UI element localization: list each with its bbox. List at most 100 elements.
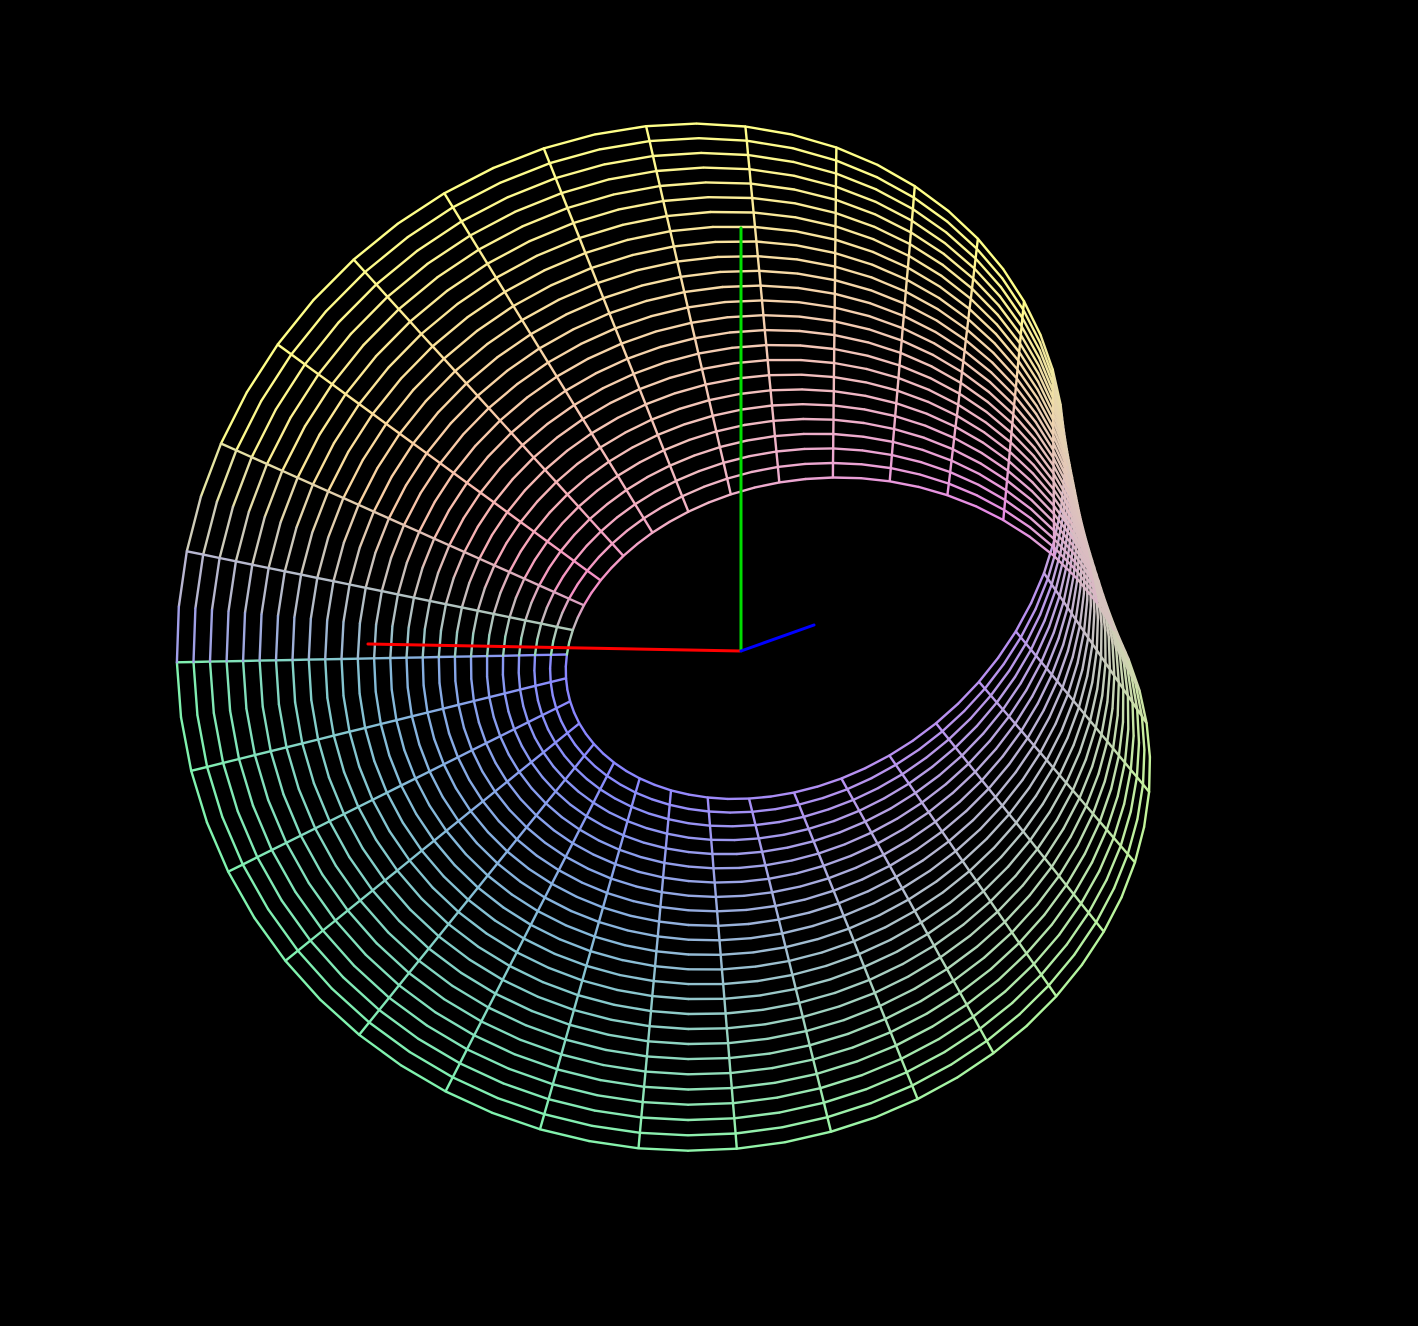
mesh-rung-segment xyxy=(758,269,762,287)
mesh-ring-segment xyxy=(687,894,718,899)
mesh-rung-segment xyxy=(719,953,724,971)
mesh-rung-segment xyxy=(713,881,718,899)
mesh-ring-segment xyxy=(687,879,716,884)
mesh-rung-segment xyxy=(950,448,955,462)
mesh-ring-segment xyxy=(831,476,863,480)
mesh-rung-segment xyxy=(728,1056,732,1075)
mesh-rung-segment xyxy=(908,231,913,246)
mesh-rung-segment xyxy=(759,284,764,302)
mesh-rung-segment xyxy=(1007,450,1011,463)
mesh-rung-segment xyxy=(725,1027,730,1045)
mesh-rung-segment xyxy=(1021,308,1025,320)
mesh-rung-segment xyxy=(655,935,659,953)
mesh-rung-segment xyxy=(959,370,964,385)
mesh-ring-segment xyxy=(716,255,759,259)
mesh-ring-segment xyxy=(405,656,409,689)
mesh-rung-segment xyxy=(746,153,751,171)
mesh-rung-segment xyxy=(957,392,961,406)
mesh-ring-segment xyxy=(1141,748,1146,786)
mesh-rung-segment xyxy=(911,196,915,211)
mesh-ring-segment xyxy=(704,181,752,185)
mesh-ring-segment xyxy=(708,824,734,828)
mesh-rung-segment xyxy=(1005,469,1010,482)
mesh-rung-segment xyxy=(749,182,754,200)
mesh-rung-segment xyxy=(953,425,957,440)
mesh-rung-segment xyxy=(762,314,766,332)
mesh-rung-segment xyxy=(964,328,969,342)
mesh-rung-segment xyxy=(641,1085,646,1104)
mesh-rung-segment xyxy=(1018,342,1022,354)
mesh-ring-segment xyxy=(706,796,729,801)
mesh-rung-segment xyxy=(753,225,758,243)
mesh-ring-segment xyxy=(770,403,804,407)
mesh-rung-segment xyxy=(1003,498,1007,512)
mesh-ring-segment xyxy=(763,328,801,333)
mesh-rung-segment xyxy=(765,343,769,362)
mesh-rung-segment xyxy=(708,824,713,841)
mesh-rung-segment xyxy=(712,867,716,884)
mesh-rung-segment xyxy=(748,167,752,185)
mesh-ring-segment xyxy=(686,1086,733,1091)
mesh-rung-segment xyxy=(770,404,775,422)
mesh-ring-segment xyxy=(686,1071,732,1076)
mesh-rung-segment xyxy=(888,466,892,483)
mesh-rung-segment xyxy=(897,364,901,380)
mesh-rung-segment xyxy=(763,328,768,347)
mesh-rung-segment xyxy=(706,796,710,813)
mesh-rung-segment xyxy=(1002,508,1006,522)
mesh-rung-segment xyxy=(645,1040,650,1058)
mesh-rung-segment xyxy=(965,318,970,331)
mesh-ring-segment xyxy=(437,655,441,685)
mesh-rung-segment xyxy=(756,255,761,272)
mesh-rung-segment xyxy=(949,459,953,474)
mesh-rung-segment xyxy=(714,895,719,913)
mesh-ring-segment xyxy=(1116,681,1121,717)
mesh-rung-segment xyxy=(715,910,720,927)
mesh-rung-segment xyxy=(752,211,757,229)
mesh-ring-segment xyxy=(801,403,835,407)
mesh-ring-segment xyxy=(1147,755,1152,793)
mesh-rung-segment xyxy=(661,861,666,879)
mesh-rung-segment xyxy=(1022,300,1026,311)
mesh-rung-segment xyxy=(723,997,727,1015)
mesh-rung-segment xyxy=(973,257,977,270)
mesh-rung-segment xyxy=(907,242,912,258)
mesh-rung-segment xyxy=(733,1117,737,1135)
mesh-ring-segment xyxy=(687,1027,728,1031)
mesh-ring-segment xyxy=(707,810,732,814)
viewport-background xyxy=(0,0,1418,1326)
mesh-rung-segment xyxy=(900,327,904,342)
mesh-rung-segment xyxy=(773,434,778,453)
mesh-rung-segment xyxy=(902,302,906,318)
mesh-ring-segment xyxy=(533,653,537,672)
mesh-rung-segment xyxy=(776,465,781,484)
mesh-ring-segment xyxy=(1095,616,1100,652)
mesh-rung-segment xyxy=(667,803,671,821)
mesh-rung-segment xyxy=(896,376,900,392)
mesh-rung-segment xyxy=(1008,441,1012,453)
mesh-rung-segment xyxy=(665,818,670,835)
mesh-rung-segment xyxy=(1012,395,1017,407)
mesh-rung-segment xyxy=(954,414,959,428)
mesh-rung-segment xyxy=(960,360,965,374)
mesh-ring-segment xyxy=(517,671,522,691)
mesh-rung-segment xyxy=(730,1086,735,1105)
mesh-rung-segment xyxy=(656,920,661,938)
mesh-rung-segment xyxy=(649,994,654,1013)
mesh-ring-segment xyxy=(802,417,835,421)
mesh-ring-segment xyxy=(687,865,715,870)
mesh-rung-segment xyxy=(910,207,915,222)
mesh-ring-segment xyxy=(372,657,377,693)
mesh-rung-segment xyxy=(974,247,978,260)
mesh-rung-segment xyxy=(899,339,903,355)
mesh-ring-segment xyxy=(548,653,553,670)
mesh-rung-segment xyxy=(967,307,971,321)
mesh-rung-segment xyxy=(955,403,960,417)
mesh-rung-segment xyxy=(1004,489,1008,502)
mesh-rung-segment xyxy=(726,1041,731,1060)
mesh-ring-segment xyxy=(453,655,457,683)
mesh-rung-segment xyxy=(901,314,905,330)
mesh-rung-segment xyxy=(1019,325,1023,336)
3d-viewport[interactable] xyxy=(0,0,1418,1326)
mesh-rung-segment xyxy=(962,349,966,363)
